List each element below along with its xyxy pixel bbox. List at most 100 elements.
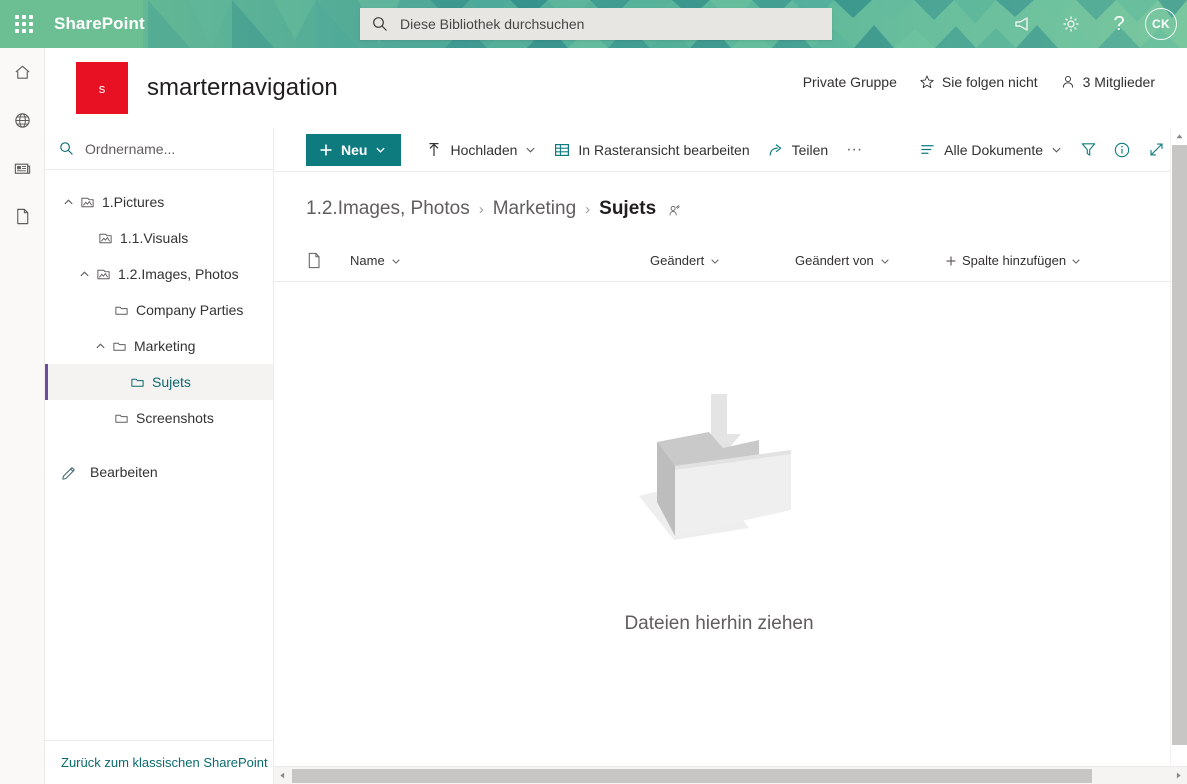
expand-button[interactable]: [1139, 134, 1173, 166]
avatar[interactable]: CK: [1145, 8, 1177, 40]
share-label: Teilen: [792, 142, 829, 158]
waffle-icon[interactable]: [12, 12, 36, 36]
follow-label: Sie folgen nicht: [942, 74, 1038, 90]
folder-icon: [127, 375, 147, 390]
main-content: Neu Hochladen In Rasteransich: [274, 128, 1187, 784]
folder-tree: 1.Pictures 1.1.Visuals 1.2.Images,: [45, 170, 273, 436]
horizontal-scroll-thumb[interactable]: [292, 769, 1092, 783]
column-header-name[interactable]: Name: [350, 253, 650, 268]
new-button[interactable]: Neu: [306, 134, 401, 166]
plus-icon: [945, 255, 957, 267]
members-label: 3 Mitglieder: [1083, 74, 1155, 90]
vertical-scroll-thumb[interactable]: [1172, 145, 1187, 745]
nav-item-company-parties[interactable]: Company Parties: [45, 292, 273, 328]
chevron-down-icon: [375, 144, 386, 155]
help-icon[interactable]: ?: [1095, 0, 1143, 48]
caret-left-icon: [278, 771, 287, 780]
picture-library-icon: [95, 231, 115, 246]
nav-item-marketing[interactable]: Marketing: [45, 328, 273, 364]
scroll-right-button[interactable]: [1170, 767, 1187, 784]
breadcrumb-item-images-photos[interactable]: 1.2.Images, Photos: [306, 198, 470, 220]
selection-indicator: [45, 364, 48, 400]
filter-button[interactable]: [1071, 134, 1105, 166]
nav-item-1-pictures[interactable]: 1.Pictures: [45, 184, 273, 220]
column-label: Name: [350, 253, 385, 268]
home-icon[interactable]: [0, 48, 45, 96]
pencil-icon: [61, 464, 78, 481]
nav-item-1-1-visuals[interactable]: 1.1.Visuals: [45, 220, 273, 256]
folder-icon: [111, 411, 131, 426]
horizontal-scrollbar[interactable]: [274, 766, 1187, 784]
nav-item-screenshots[interactable]: Screenshots: [45, 400, 273, 436]
share-button[interactable]: Teilen: [759, 134, 838, 166]
person-icon: [1060, 74, 1076, 90]
column-label: Geändert von: [795, 253, 874, 268]
plus-icon: [319, 143, 333, 157]
nav-label: Company Parties: [136, 302, 243, 318]
share-icon: [768, 142, 784, 158]
scroll-left-button[interactable]: [274, 767, 291, 784]
view-selector[interactable]: Alle Dokumente: [910, 134, 1071, 166]
chevron-down-icon: [1051, 144, 1062, 155]
chevron-down-icon: [1071, 256, 1081, 266]
site-title[interactable]: smarternavigation: [147, 70, 338, 106]
members-button[interactable]: 3 Mitglieder: [1060, 74, 1155, 90]
folder-search[interactable]: [45, 128, 274, 170]
picture-library-icon: [93, 267, 113, 282]
follow-button[interactable]: Sie folgen nicht: [919, 74, 1038, 90]
edit-navigation-button[interactable]: Bearbeiten: [45, 454, 273, 490]
info-icon: [1113, 141, 1131, 159]
overflow-button[interactable]: ···: [837, 134, 871, 166]
privacy-label: Private Gruppe: [803, 74, 897, 90]
document-icon[interactable]: [306, 252, 350, 269]
add-column-button[interactable]: Spalte hinzufügen: [945, 253, 1081, 268]
breadcrumb-separator: ›: [585, 201, 590, 218]
gear-icon[interactable]: [1047, 0, 1095, 48]
new-button-label: Neu: [341, 142, 367, 158]
view-selector-label: Alle Dokumente: [944, 142, 1043, 158]
megaphone-icon[interactable]: [999, 0, 1047, 48]
column-header-modified[interactable]: Geändert: [650, 253, 795, 268]
chevron-down-icon: [391, 256, 401, 266]
news-icon[interactable]: [0, 144, 45, 192]
folder-search-input[interactable]: [83, 140, 243, 158]
globe-icon[interactable]: [0, 96, 45, 144]
list-icon: [919, 141, 936, 158]
folder-icon: [109, 339, 129, 354]
breadcrumb-item-marketing[interactable]: Marketing: [493, 198, 576, 220]
search-input[interactable]: [398, 9, 798, 39]
chevron-down-icon: [525, 144, 536, 155]
site-logo[interactable]: s: [76, 62, 128, 114]
upload-label: Hochladen: [450, 142, 517, 158]
nav-label: 1.Pictures: [102, 194, 164, 210]
chevron-down-icon: [710, 256, 720, 266]
classic-sharepoint-link[interactable]: Zurück zum klassischen SharePoint: [61, 755, 268, 770]
navigation-pane: 1.Pictures 1.1.Visuals 1.2.Images,: [45, 128, 274, 784]
sharepoint-brand[interactable]: SharePoint: [54, 0, 145, 48]
table-header: Name Geändert Geändert von Spalte hinzuf…: [274, 240, 1187, 282]
chevron-up-icon[interactable]: [91, 337, 109, 355]
info-button[interactable]: [1105, 134, 1139, 166]
app-rail: [0, 48, 45, 784]
suite-actions: ? CK: [999, 0, 1187, 48]
folder-icon: [111, 303, 131, 318]
nav-label: Marketing: [134, 338, 195, 354]
edit-grid-view-button[interactable]: In Rasteransicht bearbeiten: [545, 134, 758, 166]
page-icon[interactable]: [0, 192, 45, 240]
upload-button[interactable]: Hochladen: [417, 134, 545, 166]
chevron-up-icon[interactable]: [75, 265, 93, 283]
nav-item-1-2-images-photos[interactable]: 1.2.Images, Photos: [45, 256, 273, 292]
folder-drop-illustration: [619, 390, 819, 555]
expand-icon: [1148, 141, 1165, 158]
chevron-up-icon[interactable]: [59, 193, 77, 211]
chevron-down-icon: [880, 256, 890, 266]
star-icon: [919, 74, 935, 90]
column-header-modified-by[interactable]: Geändert von: [795, 253, 945, 268]
nav-item-sujets[interactable]: Sujets: [45, 364, 273, 400]
edit-grid-view-label: In Rasteransicht bearbeiten: [578, 142, 749, 158]
vertical-scrollbar[interactable]: [1170, 128, 1187, 766]
suite-search[interactable]: [360, 8, 832, 40]
caret-up-icon: [1175, 132, 1184, 141]
empty-state-text: Dateien hierhin ziehen: [624, 613, 813, 635]
scroll-up-button[interactable]: [1171, 128, 1187, 145]
